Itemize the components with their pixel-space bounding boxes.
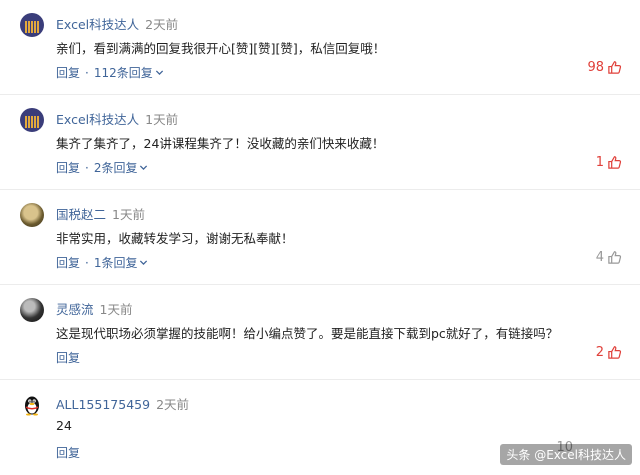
like-button[interactable]: 4 <box>596 250 622 265</box>
avatar[interactable] <box>20 298 44 322</box>
qq-penguin-icon <box>25 396 39 416</box>
comment-actions: 回复 · 2条回复 <box>56 159 148 176</box>
comment-username[interactable]: Excel科技达人 1天前 <box>56 109 178 128</box>
thumbs-up-icon <box>608 251 622 264</box>
comment-actions: 回复 · 112条回复 <box>56 64 164 81</box>
comment-text: 非常实用，收藏转发学习，谢谢无私奉献！ <box>56 231 294 246</box>
replies-count: 1条回复 <box>93 256 138 270</box>
comment-text: 集齐了集齐了，24讲课程集齐了！没收藏的亲们快来收藏！ <box>56 136 385 151</box>
comment-timestamp: 1天前 <box>112 207 145 222</box>
like-button[interactable]: 2 <box>596 345 622 360</box>
comment-item: 国税赵二 1天前 非常实用，收藏转发学习，谢谢无私奉献！ 回复 · 1条回复 4 <box>0 190 640 285</box>
comment-actions: 回复 <box>56 349 80 366</box>
avatar[interactable] <box>20 108 44 132</box>
comment-text: 这是现代职场必须掌握的技能啊！给小编点赞了。要是能直接下载到pc就好了，有链接吗… <box>56 326 559 341</box>
avatar[interactable] <box>20 393 44 417</box>
comment-text: 亲们，看到满满的回复我很开心[赞][赞][赞]，私信回复哦！ <box>56 41 386 56</box>
chevron-down-icon <box>155 70 163 76</box>
like-button[interactable]: 1 <box>596 155 622 170</box>
reply-button[interactable]: 回复 <box>56 349 80 366</box>
reply-button[interactable]: 回复 <box>56 159 80 176</box>
chevron-down-icon <box>140 165 148 171</box>
view-replies-button[interactable]: 112条回复 <box>94 64 164 81</box>
comment-username[interactable]: 灵感流 1天前 <box>56 299 132 318</box>
avatar[interactable] <box>20 203 44 227</box>
separator: · <box>85 255 89 270</box>
comment-username[interactable]: Excel科技达人 2天前 <box>56 14 178 33</box>
comment-text: 24 <box>56 418 72 433</box>
thumbs-up-icon <box>608 346 622 359</box>
separator: · <box>85 65 89 80</box>
comment-item: Excel科技达人 2天前 亲们，看到满满的回复我很开心[赞][赞][赞]，私信回… <box>0 0 640 95</box>
chevron-down-icon <box>140 260 148 266</box>
watermark: 头条 @Excel科技达人 <box>500 444 632 465</box>
comment-actions: 回复 · 1条回复 <box>56 254 148 271</box>
reply-button[interactable]: 回复 <box>56 254 80 271</box>
view-replies-button[interactable]: 1条回复 <box>94 254 149 271</box>
view-replies-button[interactable]: 2条回复 <box>94 159 149 176</box>
comment-username[interactable]: ALL155175459 2天前 <box>56 394 189 413</box>
separator: · <box>85 160 89 175</box>
reply-button[interactable]: 回复 <box>56 444 80 461</box>
comment-actions: 回复 <box>56 444 80 461</box>
comment-timestamp: 1天前 <box>145 112 179 127</box>
replies-count: 112条回复 <box>93 66 153 80</box>
replies-count: 2条回复 <box>93 161 138 175</box>
reply-button[interactable]: 回复 <box>56 64 80 81</box>
thumbs-up-icon <box>608 156 622 169</box>
like-count: 2 <box>595 345 604 360</box>
comment-timestamp: 2天前 <box>156 397 190 412</box>
comment-username[interactable]: 国税赵二 1天前 <box>56 204 145 223</box>
like-button[interactable]: 98 <box>587 60 622 75</box>
like-count: 98 <box>587 60 604 75</box>
comment-item: 灵感流 1天前 这是现代职场必须掌握的技能啊！给小编点赞了。要是能直接下载到pc就… <box>0 285 640 380</box>
avatar[interactable] <box>20 13 44 37</box>
comment-timestamp: 2天前 <box>145 17 179 32</box>
comment-item: Excel科技达人 1天前 集齐了集齐了，24讲课程集齐了！没收藏的亲们快来收藏！… <box>0 95 640 190</box>
like-count: 1 <box>595 155 604 170</box>
comment-timestamp: 1天前 <box>99 302 133 317</box>
like-count: 4 <box>595 250 604 265</box>
thumbs-up-icon <box>608 61 622 74</box>
